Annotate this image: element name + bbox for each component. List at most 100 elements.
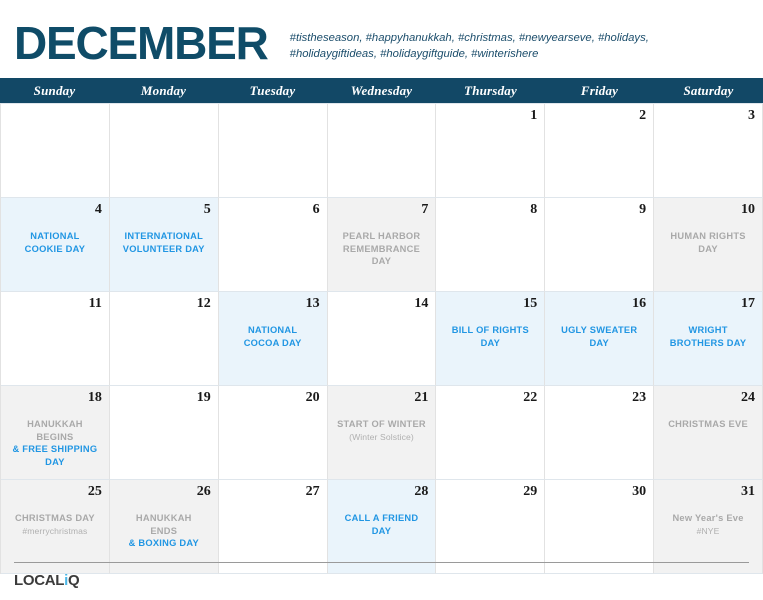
day-number: 29: [523, 484, 538, 499]
day-cell-20[interactable]: 20: [218, 386, 328, 480]
event-label: BILL OF RIGHTS DAY: [451, 325, 529, 348]
day-cell-13[interactable]: 13 NATIONAL COCOA DAY: [218, 292, 328, 386]
event-list: INTERNATIONAL VOLUNTEER DAY: [117, 230, 211, 255]
day-number: [117, 108, 211, 124]
event-list: HANUKKAH BEGINS & FREE SHIPPING DAY: [8, 418, 102, 468]
day-number: 31: [740, 484, 755, 499]
event-label: CHRISTMAS DAY: [14, 513, 95, 523]
event-label: NATIONAL: [247, 325, 298, 335]
day-cell-empty: [327, 104, 437, 198]
weekday-label-tuesday: Tuesday: [249, 82, 296, 98]
day-number: 17: [740, 296, 755, 311]
day-number: 22: [523, 390, 538, 405]
day-cell-4[interactable]: 4 NATIONAL COOKIE DAY: [1, 198, 110, 292]
day-number: 26: [196, 484, 211, 499]
weekday-header-row: Sunday Monday Tuesday Wednesday Thursday Frid…: [0, 78, 763, 103]
event-label: CALL A FRIEND DAY: [344, 513, 419, 536]
event-label: WRIGHT: [688, 325, 728, 335]
day-number: 4: [94, 202, 102, 217]
day-cell-6[interactable]: 6: [218, 198, 328, 292]
hashtag-list: #tistheseason, #happyhanukkah, #christma…: [289, 32, 649, 60]
day-number: 3: [747, 108, 755, 123]
event-list: PEARL HARBOR REMEMBRANCE DAY: [335, 230, 429, 268]
event-list: HANUKKAH ENDS & BOXING DAY: [117, 512, 211, 550]
event-list: CHRISTMAS EVE: [661, 418, 755, 431]
day-cell-1[interactable]: 1: [436, 104, 546, 198]
day-cell-9[interactable]: 9: [545, 198, 655, 292]
day-number: 16: [632, 296, 647, 311]
day-cell-5[interactable]: 5 INTERNATIONAL VOLUNTEER DAY: [109, 198, 219, 292]
event-label: BEGINS: [36, 431, 74, 442]
day-number: 11: [88, 296, 102, 311]
day-cell-14[interactable]: 14: [327, 292, 437, 386]
weekday-label-friday: Friday: [580, 82, 619, 98]
logo-text-prefix: LOCAL: [14, 572, 65, 589]
day-number: 12: [196, 296, 211, 311]
event-label: REMEMBRANCE: [342, 243, 421, 254]
event-label: HANUKKAH: [135, 513, 192, 523]
event-label: UGLY SWEATER: [561, 325, 638, 335]
day-cell-24[interactable]: 24 CHRISTMAS EVE: [654, 386, 763, 480]
calendar-page: DECEMBER #tistheseason, #happyhanukkah, …: [0, 0, 763, 600]
event-list: CHRISTMAS DAY #merrychristmas: [8, 512, 102, 537]
footer-divider: [14, 562, 749, 563]
page-footer: LOCALiQ: [0, 556, 763, 600]
day-number: 8: [530, 202, 538, 217]
day-cell-10[interactable]: 10 HUMAN RIGHTS DAY: [654, 198, 763, 292]
event-label: New Year's Eve: [672, 513, 744, 523]
day-cell-17[interactable]: 17 WRIGHT BROTHERS DAY: [654, 292, 763, 386]
event-label: & BOXING DAY: [128, 538, 199, 548]
day-cell-16[interactable]: 16 UGLY SWEATER DAY: [545, 292, 655, 386]
event-label: DAY: [45, 456, 65, 467]
event-list: WRIGHT BROTHERS DAY: [661, 324, 755, 349]
day-number: 30: [632, 484, 647, 499]
event-label: COOKIE DAY: [24, 243, 86, 254]
event-label: #NYE: [696, 525, 720, 536]
day-cell-2[interactable]: 2: [545, 104, 655, 198]
day-cell-19[interactable]: 19: [109, 386, 219, 480]
day-cell-22[interactable]: 22: [436, 386, 546, 480]
day-cell-7[interactable]: 7 PEARL HARBOR REMEMBRANCE DAY: [327, 198, 437, 292]
day-number: 10: [740, 202, 755, 217]
day-cell-12[interactable]: 12: [109, 292, 219, 386]
day-number: 2: [639, 108, 647, 123]
day-cell-empty: [1, 104, 110, 198]
weekday-label-saturday: Saturday: [683, 82, 734, 98]
day-number: 1: [530, 108, 538, 123]
event-list: New Year's Eve #NYE: [661, 512, 755, 537]
event-list: START OF WINTER (Winter Solstice): [335, 418, 429, 443]
event-label: HANUKKAH: [27, 419, 83, 429]
event-list: BILL OF RIGHTS DAY: [443, 324, 537, 349]
day-cell-empty: [218, 104, 328, 198]
page-title: DECEMBER: [14, 17, 269, 69]
day-cell-11[interactable]: 11: [1, 292, 110, 386]
weekday-label-thursday: Thursday: [464, 82, 517, 98]
event-label: DAY: [698, 243, 718, 254]
event-label: START OF WINTER: [337, 419, 426, 429]
event-label: COCOA DAY: [243, 337, 302, 348]
day-cell-21[interactable]: 21 START OF WINTER (Winter Solstice): [327, 386, 437, 480]
day-number: 28: [414, 484, 429, 499]
event-label: BROTHERS DAY: [669, 337, 747, 348]
event-label: (Winter Solstice): [349, 431, 414, 442]
event-label: PEARL HARBOR: [342, 231, 421, 241]
day-cell-18[interactable]: 18 HANUKKAH BEGINS & FREE SHIPPING DAY: [1, 386, 110, 480]
day-cell-8[interactable]: 8: [436, 198, 546, 292]
localiq-logo: LOCALiQ: [14, 572, 80, 589]
calendar-title-row: DECEMBER #tistheseason, #happyhanukkah, …: [0, 0, 763, 78]
event-label: NATIONAL: [30, 231, 80, 241]
day-cell-empty: [109, 104, 219, 198]
day-number: 5: [203, 202, 211, 217]
day-number: 15: [523, 296, 538, 311]
event-list: CALL A FRIEND DAY: [335, 512, 429, 537]
day-cell-3[interactable]: 3: [654, 104, 763, 198]
weekday-label-wednesday: Wednesday: [350, 82, 413, 98]
day-number: 7: [421, 202, 429, 217]
day-number: [226, 108, 320, 124]
day-number: 14: [414, 296, 429, 311]
day-number: 25: [87, 484, 102, 499]
event-label: DAY: [371, 256, 392, 266]
day-number: 13: [305, 296, 320, 311]
day-cell-23[interactable]: 23: [545, 386, 655, 480]
day-cell-15[interactable]: 15 BILL OF RIGHTS DAY: [436, 292, 546, 386]
